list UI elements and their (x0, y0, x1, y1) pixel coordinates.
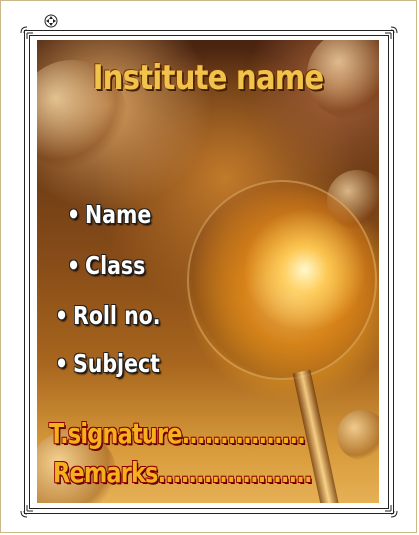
cover-background-image: Institute name • Name • Class • Roll no. • S… (37, 40, 379, 503)
institute-name-title: Institute name (92, 58, 325, 98)
move-handle-icon[interactable] (44, 14, 58, 28)
field-subject: • Subject (55, 349, 160, 378)
corner-ornament-icon (20, 26, 33, 39)
corner-ornament-icon (385, 505, 398, 518)
glass-illustration (187, 180, 377, 380)
field-roll-no: • Roll no. (55, 301, 161, 330)
field-name: • Name (67, 200, 152, 229)
corner-ornament-icon (385, 26, 398, 39)
teacher-signature-line: T.signature................ (49, 417, 306, 450)
remarks-line: Remarks.................... (53, 456, 313, 489)
field-class: • Class (67, 251, 146, 280)
corner-ornament-icon (20, 505, 33, 518)
bubble-decoration (337, 410, 379, 460)
